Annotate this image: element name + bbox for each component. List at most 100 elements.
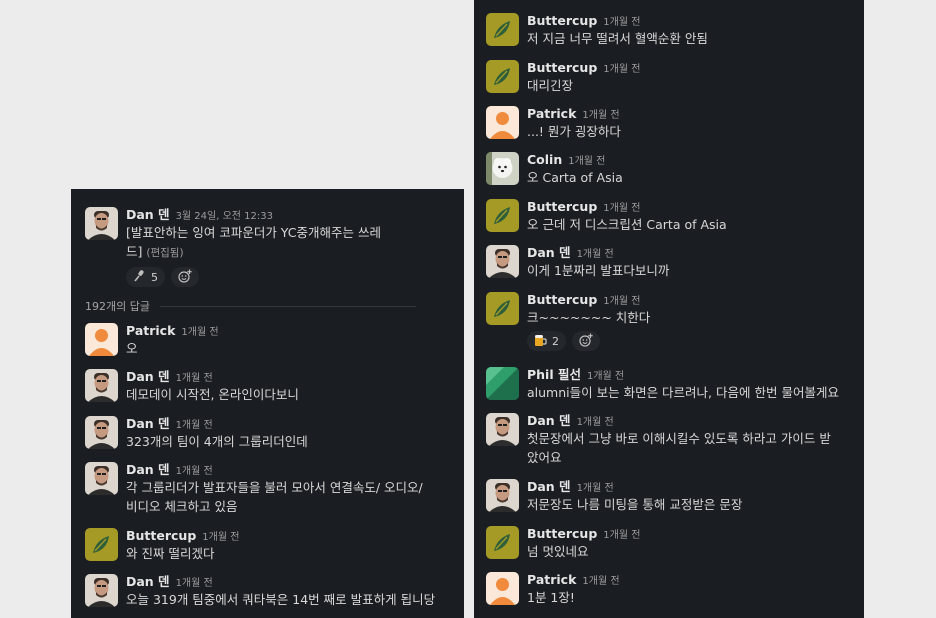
message-text-line: 각 그룹리더가 발표자들을 불러 모아서 연결속도/ 오디오/ [126, 480, 423, 495]
message-text-line: alumni들이 보는 화면은 다르려나, 다음에 한번 물어볼게요 [527, 385, 839, 400]
thread-message[interactable]: Dan 덴 1개월 전 각 그룹리더가 발표자들을 불러 모아서 연결속도/ 오디… [85, 460, 454, 516]
thread-message[interactable]: Buttercup 1개월 전 넘 멋있네요 [486, 524, 854, 561]
avatar[interactable] [85, 207, 118, 240]
thread-message[interactable]: Dan 덴 1개월 전 323개의 팀이 4개의 그룹리더인데 [85, 414, 454, 451]
timestamp[interactable]: 1개월 전 [568, 156, 605, 167]
thread-message[interactable]: Colin 1개월 전 오 Carta of Asia [486, 150, 854, 187]
thread-message[interactable]: Dan 덴 1개월 전 이게 1분짜리 발표다보니까 [486, 243, 854, 280]
message-text-line: 오 [126, 341, 138, 356]
avatar[interactable] [486, 13, 519, 46]
avatar[interactable] [486, 479, 519, 512]
author-name[interactable]: Buttercup [527, 60, 597, 75]
thread-message[interactable]: Dan 덴 1개월 전 첫문장에서 그냥 바로 이해시킬수 있도록 하라고 가이드… [486, 411, 854, 467]
timestamp[interactable]: 1개월 전 [202, 532, 239, 543]
thread-panel-left: Dan 덴 3월 24일, 오전 12:33 [발표안하는 잉여 코파운더가 YC… [71, 189, 464, 618]
avatar[interactable] [486, 292, 519, 325]
reaction-count: 2 [552, 334, 559, 348]
timestamp[interactable]: 1개월 전 [176, 373, 213, 384]
timestamp[interactable]: 1개월 전 [582, 576, 619, 587]
thread-message[interactable]: Dan 덴 1개월 전 저문장도 나름 미팅을 통해 교정받은 문장 [486, 477, 854, 514]
author-name[interactable]: Dan 덴 [126, 462, 170, 477]
add-reaction-button[interactable] [572, 331, 600, 351]
message-text-line: 넘 멋있네요 [527, 544, 589, 559]
thread-message[interactable]: Patrick 1개월 전 ...! 뭔가 굉장하다 [486, 104, 854, 141]
parent-message[interactable]: Dan 덴 3월 24일, 오전 12:33 [발표안하는 잉여 코파운더가 YC… [85, 205, 454, 287]
avatar[interactable] [486, 526, 519, 559]
message-text-line: 이게 1분짜리 발표다보니까 [527, 263, 670, 278]
message-text-line: [발표안하는 잉여 코파운더가 YC중개해주는 쓰레 [126, 225, 381, 240]
author-name[interactable]: Dan 덴 [126, 207, 170, 222]
avatar[interactable] [85, 323, 118, 356]
timestamp[interactable]: 1개월 전 [582, 110, 619, 121]
timestamp[interactable]: 1개월 전 [603, 64, 640, 75]
message-text-line: 데모데이 시작전, 온라인이다보니 [126, 387, 299, 402]
add-reaction-icon [177, 269, 193, 286]
timestamp[interactable]: 1개월 전 [603, 530, 640, 541]
timestamp[interactable]: 1개월 전 [176, 466, 213, 477]
timestamp[interactable]: 1개월 전 [176, 420, 213, 431]
timestamp[interactable]: 1개월 전 [587, 371, 624, 382]
author-name[interactable]: Dan 덴 [126, 369, 170, 384]
author-name[interactable]: Patrick [527, 572, 576, 587]
message-text-line: 드] [126, 244, 143, 259]
timestamp[interactable]: 1개월 전 [577, 417, 614, 428]
add-reaction-button[interactable] [171, 267, 199, 287]
avatar[interactable] [85, 528, 118, 561]
timestamp[interactable]: 1개월 전 [181, 327, 218, 338]
author-name[interactable]: Dan 덴 [527, 245, 571, 260]
reaction-count: 5 [151, 270, 158, 284]
author-name[interactable]: Phil 필선 [527, 367, 581, 382]
author-name[interactable]: Buttercup [527, 13, 597, 28]
avatar[interactable] [486, 413, 519, 446]
thread-message[interactable]: Buttercup 1개월 전 크~~~~~~~ 치한다 2 [486, 290, 854, 351]
thread-message[interactable]: Buttercup 1개월 전 오 근데 저 디스크립션 Carta of Asi… [486, 197, 854, 234]
thread-message[interactable]: Buttercup 1개월 전 와 진짜 떨리겠다 [85, 526, 454, 563]
reaction-beer[interactable]: 2 [527, 331, 566, 351]
thread-message[interactable]: Dan 덴 1개월 전 데모데이 시작전, 온라인이다보니 [85, 367, 454, 404]
thread-message[interactable]: Buttercup 1개월 전 대리긴장 [486, 58, 854, 95]
avatar[interactable] [486, 152, 519, 185]
avatar[interactable] [85, 369, 118, 402]
divider-line [159, 305, 416, 307]
thread-message[interactable]: Phil 필선 1개월 전 alumni들이 보는 화면은 다르려나, 다음에 한… [486, 365, 854, 402]
avatar[interactable] [486, 245, 519, 278]
avatar[interactable] [85, 574, 118, 607]
timestamp[interactable]: 3월 24일, 오전 12:33 [176, 211, 273, 222]
author-name[interactable]: Colin [527, 152, 562, 167]
avatar[interactable] [486, 199, 519, 232]
timestamp[interactable]: 1개월 전 [603, 296, 640, 307]
author-name[interactable]: Patrick [527, 106, 576, 121]
author-name[interactable]: Buttercup [527, 292, 597, 307]
message-text-line: ...! 뭔가 굉장하다 [527, 124, 621, 139]
message-text-line: 첫문장에서 그냥 바로 이해시킬수 있도록 하라고 가이드 받 [527, 431, 831, 446]
author-name[interactable]: Buttercup [126, 528, 196, 543]
author-name[interactable]: Dan 덴 [126, 416, 170, 431]
message-text-line: 저 지금 너무 떨려서 혈액순환 안됨 [527, 31, 708, 46]
reply-count-label: 192개의 답글 [85, 300, 150, 313]
message-text-line: 와 진짜 떨리겠다 [126, 546, 215, 561]
timestamp[interactable]: 1개월 전 [603, 17, 640, 28]
author-name[interactable]: Dan 덴 [527, 413, 571, 428]
avatar[interactable] [486, 60, 519, 93]
author-name[interactable]: Buttercup [527, 526, 597, 541]
avatar[interactable] [486, 367, 519, 400]
timestamp[interactable]: 1개월 전 [577, 249, 614, 260]
avatar[interactable] [486, 572, 519, 605]
timestamp[interactable]: 1개월 전 [577, 483, 614, 494]
avatar[interactable] [85, 416, 118, 449]
author-name[interactable]: Patrick [126, 323, 175, 338]
author-name[interactable]: Dan 덴 [126, 574, 170, 589]
author-name[interactable]: Dan 덴 [527, 479, 571, 494]
thread-message[interactable]: Buttercup 1개월 전 저 지금 너무 떨려서 혈액순환 안됨 [486, 11, 854, 48]
reaction-microphone[interactable]: 5 [126, 267, 165, 287]
avatar[interactable] [85, 462, 118, 495]
timestamp[interactable]: 1개월 전 [176, 578, 213, 589]
timestamp[interactable]: 1개월 전 [603, 203, 640, 214]
thread-message[interactable]: Dan 덴 1개월 전 오늘 319개 팀중에서 쿼타북은 14번 째로 발표하게… [85, 572, 454, 609]
author-name[interactable]: Buttercup [527, 199, 597, 214]
thread-message[interactable]: Patrick 1개월 전 1분 1장! [486, 570, 854, 607]
avatar[interactable] [486, 106, 519, 139]
thread-message[interactable]: Patrick 1개월 전 오 [85, 321, 454, 358]
message-text-line: 았어요 [527, 450, 562, 465]
microphone-icon [133, 269, 146, 285]
